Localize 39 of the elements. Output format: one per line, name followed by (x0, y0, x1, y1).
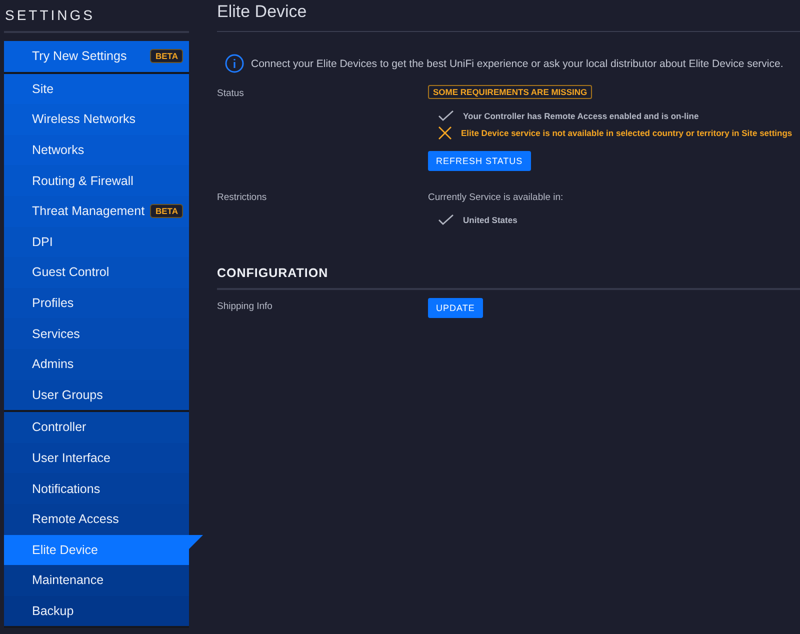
sidebar-item[interactable]: Notifications (4, 473, 189, 504)
field-label: Status (217, 87, 245, 99)
sidebar-item[interactable]: Controller (4, 412, 189, 443)
country-text: United States (463, 214, 518, 224)
beta-badge: BETA (150, 49, 183, 64)
sidebar-item[interactable]: Admins (4, 348, 189, 380)
sidebar-item[interactable]: User Interface (4, 442, 189, 474)
requirement-text: Your Controller has Remote Access enabled and is on-line (463, 110, 699, 120)
sidebar-item[interactable]: Services (4, 318, 189, 349)
field-label: Restrictions (217, 191, 268, 203)
sidebar-item[interactable]: Networks (4, 134, 189, 166)
pointer-icon (189, 534, 203, 548)
sidebar-item[interactable]: Threat Management BETA (4, 196, 189, 227)
field-label: Shipping Info (217, 300, 274, 312)
info-text: Connect your Elite Devices to get the best UniFi experience or ask your local distributor about Elite Device service. (251, 58, 784, 70)
check-icon (438, 214, 454, 226)
update-button[interactable]: UPDATE (428, 298, 483, 318)
sidebar-item[interactable]: Remote Access (4, 504, 189, 534)
sidebar-item[interactable]: Backup (4, 596, 189, 626)
sidebar-title: SETTINGS (4, 0, 189, 33)
info-icon (225, 54, 244, 73)
sidebar-item[interactable]: User Groups (4, 380, 189, 410)
sidebar-item[interactable]: Routing & Firewall (4, 165, 189, 196)
sidebar-item[interactable]: Try New Settings BETA (4, 41, 189, 72)
sidebar-item[interactable]: Profiles (4, 288, 189, 318)
requirement-text: Elite Device service is not available in selected country or territory in Site settings (461, 128, 792, 138)
status-badge: SOME REQUIREMENTS ARE MISSING (428, 85, 592, 99)
check-icon (438, 110, 454, 122)
sidebar-item[interactable]: DPI (4, 226, 189, 258)
sidebar-item[interactable]: Site (4, 74, 189, 104)
sidebar-item[interactable]: Guest Control (4, 257, 189, 288)
beta-badge: BETA (150, 204, 183, 218)
cross-icon (438, 126, 452, 140)
sidebar-item[interactable]: Wireless Networks (4, 104, 189, 135)
refresh-button[interactable]: REFRESH STATUS (428, 151, 531, 171)
availability-text: Currently Service is available in: (428, 191, 564, 203)
sidebar-item[interactable]: Maintenance (4, 565, 189, 596)
page-title: Elite Device (217, 0, 800, 32)
section-heading: CONFIGURATION (217, 266, 800, 290)
